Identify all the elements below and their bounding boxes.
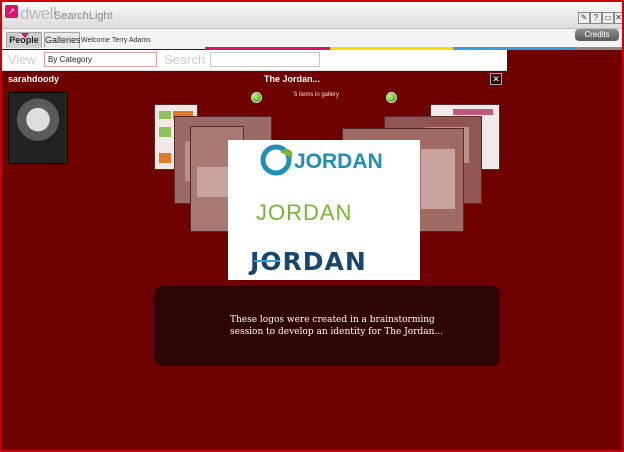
caption-panel: These logos were created in a brainstorm… <box>154 286 500 366</box>
edit-icon[interactable]: ✎ <box>578 12 590 24</box>
view-label: View <box>8 52 36 67</box>
jordan-logo-1: JORDAN <box>260 144 383 176</box>
search-input[interactable] <box>210 52 320 67</box>
close-gallery-icon[interactable]: ✕ <box>490 73 502 85</box>
jordan-logo-2: JORDAN <box>256 200 352 225</box>
close-window-icon[interactable]: ✕ <box>614 12 622 24</box>
gallery-caption: These logos were created in a brainstorm… <box>230 314 470 338</box>
caption-line-1: These logos were created in a brainstorm… <box>230 315 435 325</box>
welcome-text: Welcome Terry Adams <box>81 37 151 44</box>
active-tab-indicator-icon <box>21 33 29 38</box>
prev-arrow-icon[interactable] <box>251 92 262 103</box>
search-bar: View By Category Search <box>2 50 507 71</box>
caption-line-2: session to develop an identity for The J… <box>230 327 444 337</box>
profile-username[interactable]: sarahdoody <box>8 74 59 84</box>
nav-bar: People Galleries Welcome Terry Adams <box>2 29 622 49</box>
credits-button[interactable]: Credits <box>575 29 619 41</box>
logo-text-1: JORDAN <box>294 150 383 173</box>
avatar[interactable] <box>8 92 68 164</box>
help-icon[interactable]: ? <box>590 12 602 24</box>
gallery-count: 5 items in gallery <box>294 92 340 98</box>
app-logo-icon: ↗ <box>5 5 18 18</box>
app-window: ↗ dwell SearchLight ✎ ? ▭ ✕ People Galle… <box>0 0 624 452</box>
logo-text-2: JORDAN <box>256 200 352 225</box>
restore-icon[interactable]: ▭ <box>602 12 614 24</box>
title-bar: ↗ dwell SearchLight ✎ ? ▭ ✕ <box>2 2 622 29</box>
app-name: SearchLight <box>54 10 113 22</box>
category-select[interactable]: By Category <box>44 52 157 67</box>
next-arrow-icon[interactable] <box>386 92 397 103</box>
brand-name: dwell <box>20 4 57 23</box>
gallery-title: The Jordan... <box>264 74 321 84</box>
jordan-logo-3: JORDAN <box>248 247 366 276</box>
stripe-grey <box>576 47 622 50</box>
tab-galleries[interactable]: Galleries <box>44 32 81 48</box>
search-label: Search <box>164 52 206 67</box>
gallery-main-image[interactable]: JORDAN JORDAN JORDAN <box>228 140 420 280</box>
